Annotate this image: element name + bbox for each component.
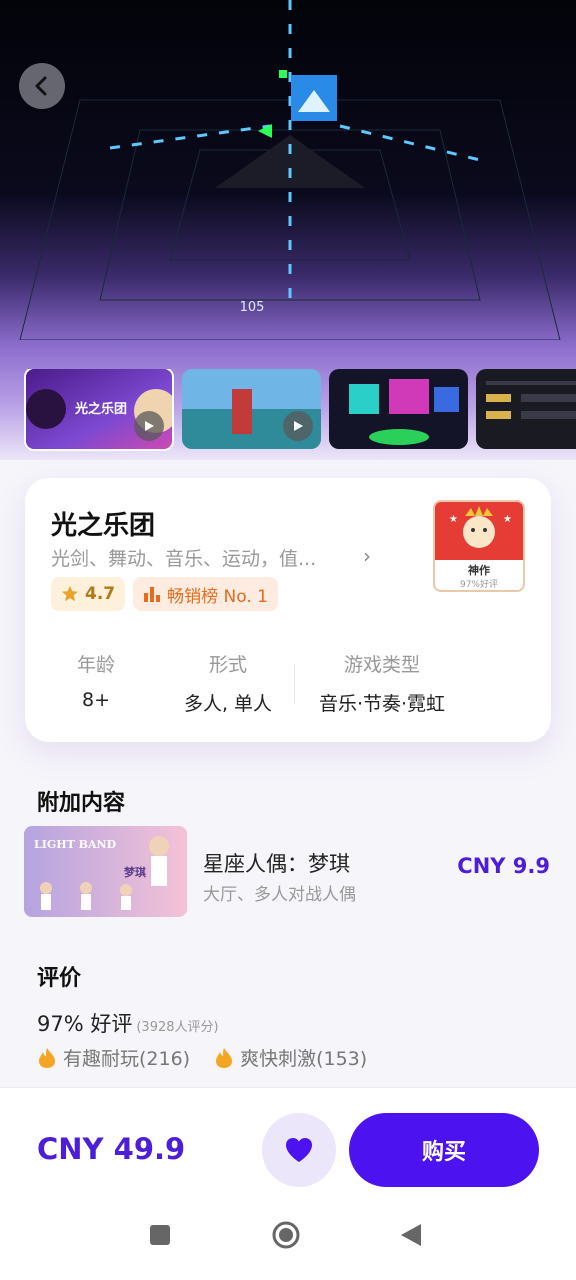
triangle-back-icon: [401, 1224, 421, 1246]
back-button[interactable]: [19, 63, 65, 109]
screenshot-thumb-3[interactable]: [329, 369, 468, 449]
fire-icon: [39, 1047, 55, 1068]
svg-text:★: ★: [503, 514, 512, 525]
info-label: 游戏类型: [343, 654, 420, 676]
info-label: 形式: [208, 654, 247, 676]
screenshot-title: 光之乐团: [74, 401, 127, 417]
purchase-bar: CNY 49.9 购买: [0, 1087, 576, 1280]
award-mascot-icon: ★ ★: [449, 506, 512, 548]
info-age: 年龄 8+: [63, 650, 129, 711]
system-nav-bar: [0, 1218, 576, 1268]
divider: [294, 664, 295, 704]
info-value: 8+: [81, 689, 110, 711]
play-icon: [134, 411, 164, 441]
screenshot-carousel[interactable]: 光之乐团: [24, 369, 576, 453]
rank-label: 畅销榜 No. 1: [167, 586, 268, 607]
review-tag[interactable]: 有趣耐玩(216): [37, 1044, 190, 1071]
review-tag-label: 有趣耐玩(216): [63, 1048, 191, 1070]
dlc-desc: 大厅、多人对战人偶: [203, 885, 356, 905]
reviews-section-title: 评价: [37, 966, 82, 991]
score-text: 105: [240, 300, 265, 315]
home-button[interactable]: [271, 1220, 301, 1254]
dlc-name[interactable]: 星座人偶：梦琪: [203, 848, 350, 878]
award-sub: 97%好评: [459, 580, 498, 590]
svg-text:★: ★: [449, 514, 458, 525]
chevron-right-icon[interactable]: ›: [363, 544, 371, 568]
info-value: 多人, 单人: [183, 693, 273, 715]
bar-chart-icon: [144, 587, 161, 602]
chevron-left-icon: [35, 76, 47, 96]
back-nav-button[interactable]: [400, 1223, 422, 1251]
recents-button[interactable]: [149, 1224, 171, 1250]
favorite-button[interactable]: [262, 1113, 336, 1187]
rank-badge[interactable]: 畅销榜 No. 1: [133, 577, 278, 611]
fire-icon: [216, 1047, 233, 1068]
rating-badge: 4.7: [51, 577, 126, 611]
info-genre: 游戏类型 音乐·节奏·霓虹: [307, 650, 457, 716]
dlc-section-title: 附加内容: [37, 791, 126, 816]
info-mode: 形式 多人, 单人: [173, 650, 283, 716]
review-tag[interactable]: 爽快刺激(153): [214, 1044, 367, 1071]
game-info-card: 光之乐团 光剑、舞动、音乐、运动，值... › 4.7 畅销榜 No. 1 ★ …: [25, 478, 551, 742]
screenshot-thumb-2[interactable]: [182, 369, 321, 449]
dlc-price[interactable]: CNY 9.9: [457, 854, 550, 878]
buy-button[interactable]: 购买: [349, 1113, 539, 1187]
dlc-thumb-text: LIGHT BAND: [34, 838, 117, 851]
heart-icon: [286, 1138, 312, 1162]
review-tag-label: 爽快刺激(153): [240, 1048, 368, 1070]
info-label: 年龄: [76, 654, 115, 676]
review-count: (3928人评分): [136, 1020, 219, 1035]
hero-game-art: 105: [19, 0, 561, 340]
screenshot-thumb-1[interactable]: 光之乐团: [24, 369, 174, 451]
play-icon: [283, 411, 313, 441]
hero-banner: 105 光之乐团: [0, 0, 576, 460]
game-price: CNY 49.9: [37, 1132, 186, 1166]
star-icon: [61, 585, 79, 602]
review-summary: 97% 好评 (3928人评分): [37, 1008, 219, 1038]
game-title: 光之乐团: [51, 511, 156, 541]
rating-value: 4.7: [85, 584, 116, 604]
game-tags[interactable]: 光剑、舞动、音乐、运动，值...: [51, 544, 351, 571]
award-title: 神作: [468, 564, 490, 577]
dlc-thumbnail[interactable]: LIGHT BAND 梦琪: [24, 826, 187, 917]
award-badge: ★ ★ 神作 97%好评: [433, 500, 525, 592]
circle-icon: [272, 1221, 300, 1249]
note-block: [291, 75, 337, 121]
info-value: 音乐·节奏·霓虹: [318, 693, 446, 715]
dlc-thumb-name: 梦琪: [124, 865, 146, 879]
review-score: 97% 好评: [37, 1012, 133, 1036]
screenshot-thumb-4[interactable]: [476, 369, 576, 449]
square-icon: [150, 1225, 170, 1245]
